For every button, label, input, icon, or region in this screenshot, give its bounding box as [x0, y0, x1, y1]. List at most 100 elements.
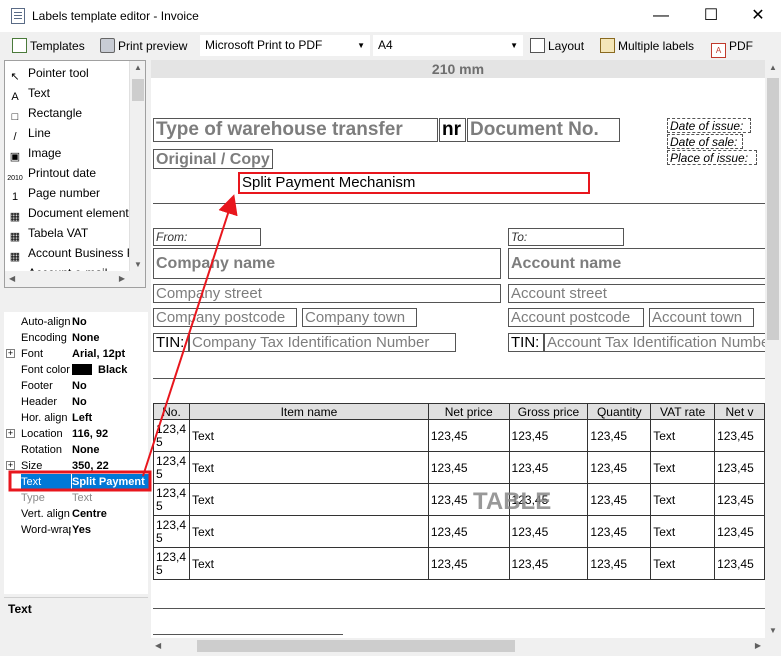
table-row[interactable]: 123,4 5 Text 123,45 123,45 123,45 Text 123,45 [153, 483, 765, 516]
tool-tabela-vat[interactable]: ▦ Tabela VAT [7, 223, 131, 243]
property-value[interactable]: No [72, 378, 150, 394]
date-of-sale-field[interactable]: Date of sale: [667, 134, 743, 149]
account-postcode-field[interactable]: Account postcode [508, 308, 644, 327]
tools-scrollbar[interactable]: ▲ ▼ [129, 61, 145, 287]
column-header[interactable]: Net price [427, 403, 510, 420]
property-row-footer[interactable]: Footer No [4, 378, 148, 394]
account-tin-field[interactable]: Account Tax Identification Number [544, 333, 765, 352]
property-row-text[interactable]: Text Split Payment [4, 474, 150, 490]
place-of-issue-field[interactable]: Place of issue: [667, 150, 757, 165]
minimize-button[interactable]: — [638, 0, 684, 32]
toolbar: Templates Print preview Microsoft Print … [0, 32, 781, 59]
property-row-type[interactable]: Type Text [4, 490, 148, 506]
property-row-font[interactable]: + Font Arial, 12pt [4, 346, 148, 362]
expand-icon[interactable]: + [6, 429, 15, 438]
tool-document-elements[interactable]: ▦ Document elements [7, 203, 131, 223]
table-cell: 123,4 5 [153, 483, 190, 516]
column-header[interactable]: Item name [188, 403, 429, 420]
account-street-field[interactable]: Account street [508, 284, 765, 303]
property-value[interactable]: 116, 92 [72, 426, 150, 442]
table-row[interactable]: 123,4 5 Text 123,45 123,45 123,45 Text 123,45 [153, 547, 765, 580]
property-row-location[interactable]: + Location 116, 92 [4, 426, 148, 442]
property-value[interactable]: Arial, 12pt [72, 346, 150, 362]
property-value[interactable]: None [72, 442, 150, 458]
property-row-size[interactable]: + Size 350, 22 [4, 458, 148, 474]
printer-icon [100, 38, 115, 53]
print-preview-button[interactable]: Print preview [100, 36, 187, 56]
column-header[interactable]: Gross price [508, 403, 589, 420]
company-postcode-field[interactable]: Company postcode [153, 308, 297, 327]
split-payment-field[interactable]: Split Payment Mechanism [238, 172, 590, 194]
property-value[interactable]: Yes [72, 522, 150, 538]
account-tin-label[interactable]: TIN: [508, 333, 544, 352]
design-hscrollbar[interactable]: ◀ ▶ [151, 638, 765, 654]
table-row[interactable]: 123,4 5 Text 123,45 123,45 123,45 Text 123,45 [153, 419, 765, 452]
templates-button[interactable]: Templates [12, 36, 85, 56]
expand-icon[interactable]: + [6, 349, 15, 358]
tool-image[interactable]: ▣ Image [7, 143, 131, 163]
property-value[interactable]: Left [72, 410, 150, 426]
column-header[interactable]: Net v [714, 403, 765, 420]
column-header[interactable]: No. [153, 403, 190, 420]
layout-button[interactable]: Layout [530, 36, 584, 56]
table-row[interactable]: 123,4 5 Text 123,45 123,45 123,45 Text 123,45 [153, 515, 765, 548]
property-value[interactable]: Split Payment [72, 474, 150, 490]
design-vscrollbar[interactable]: ▲ ▼ [765, 60, 781, 638]
property-value[interactable]: 350, 22 [72, 458, 150, 474]
printer-select[interactable]: Microsoft Print to PDF ▼ [200, 35, 370, 56]
design-surface[interactable]: 210 mm Type of warehouse transfer nr Doc… [151, 60, 765, 638]
column-header[interactable]: VAT rate [650, 403, 716, 420]
account-town-field[interactable]: Account town [649, 308, 754, 327]
table-row[interactable]: 123,4 5 Text 123,45 123,45 123,45 Text 123,45 [153, 451, 765, 484]
tool-printout-date[interactable]: 2010 Printout date [7, 163, 131, 183]
maximize-button[interactable]: ☐ [688, 0, 734, 32]
account-name-field[interactable]: Account name [508, 248, 765, 279]
company-tin-field[interactable]: Company Tax Identification Number [189, 333, 456, 352]
doc-no-field[interactable]: Document No. [467, 118, 620, 142]
pdf-button[interactable]: A PDF [711, 36, 753, 58]
table-cell: Text [188, 419, 429, 452]
nr-field[interactable]: nr [439, 118, 466, 142]
tool-account-business-re[interactable]: ▦ Account Business Re [7, 243, 131, 263]
tools-hscrollbar[interactable]: ◀ ▶ [5, 271, 145, 287]
property-value[interactable]: Black [72, 362, 150, 378]
property-value[interactable]: Centre [72, 506, 150, 522]
tool-line[interactable]: / Line [7, 123, 131, 143]
property-row-encoding[interactable]: Encoding None [4, 330, 148, 346]
multiple-labels-button[interactable]: Multiple labels [600, 36, 694, 56]
column-header[interactable]: Quantity [587, 403, 652, 420]
property-row-rotation[interactable]: Rotation None [4, 442, 148, 458]
property-row-header[interactable]: Header No [4, 394, 148, 410]
company-tin-label[interactable]: TIN: [153, 333, 189, 352]
property-value[interactable]: No [72, 314, 150, 330]
expand-icon[interactable]: + [6, 461, 15, 470]
property-row-word-wrap[interactable]: Word-wrap Yes [4, 522, 148, 538]
from-label[interactable]: From: [153, 228, 261, 246]
tool-rectangle[interactable]: □ Rectangle [7, 103, 131, 123]
to-label[interactable]: To: [508, 228, 624, 246]
grid-icon: ▦ [9, 211, 21, 223]
close-button[interactable]: ✕ [735, 0, 781, 32]
property-row-auto-align[interactable]: Auto-align No [4, 314, 148, 330]
property-value[interactable]: No [72, 394, 150, 410]
property-row-vert-align[interactable]: Vert. align Centre [4, 506, 148, 522]
doc-type-field[interactable]: Type of warehouse transfer [153, 118, 438, 142]
property-value[interactable]: Text [72, 490, 150, 506]
table-cell: 123,45 [508, 419, 589, 452]
paper-select[interactable]: A4 ▼ [373, 35, 523, 56]
original-copy-field[interactable]: Original / Copy [153, 149, 273, 169]
table-cell: Text [650, 547, 716, 580]
items-table[interactable]: No. Item name Net price Gross price Quantity… [153, 403, 765, 580]
date-of-issue-field[interactable]: Date of issue: [667, 118, 751, 133]
property-value[interactable]: None [72, 330, 150, 346]
table-watermark: TABLE [473, 488, 552, 515]
company-town-field[interactable]: Company town [302, 308, 417, 327]
company-name-field[interactable]: Company name [153, 248, 501, 279]
tool-text[interactable]: A Text [7, 83, 131, 103]
table-cell: 123,45 [427, 547, 510, 580]
company-street-field[interactable]: Company street [153, 284, 501, 303]
tool-page-number[interactable]: 1 Page number [7, 183, 131, 203]
tool-pointer-tool[interactable]: ↖ Pointer tool [7, 63, 131, 83]
property-row-font-color[interactable]: Font color Black [4, 362, 148, 378]
property-row-hor-align[interactable]: Hor. align Left [4, 410, 148, 426]
